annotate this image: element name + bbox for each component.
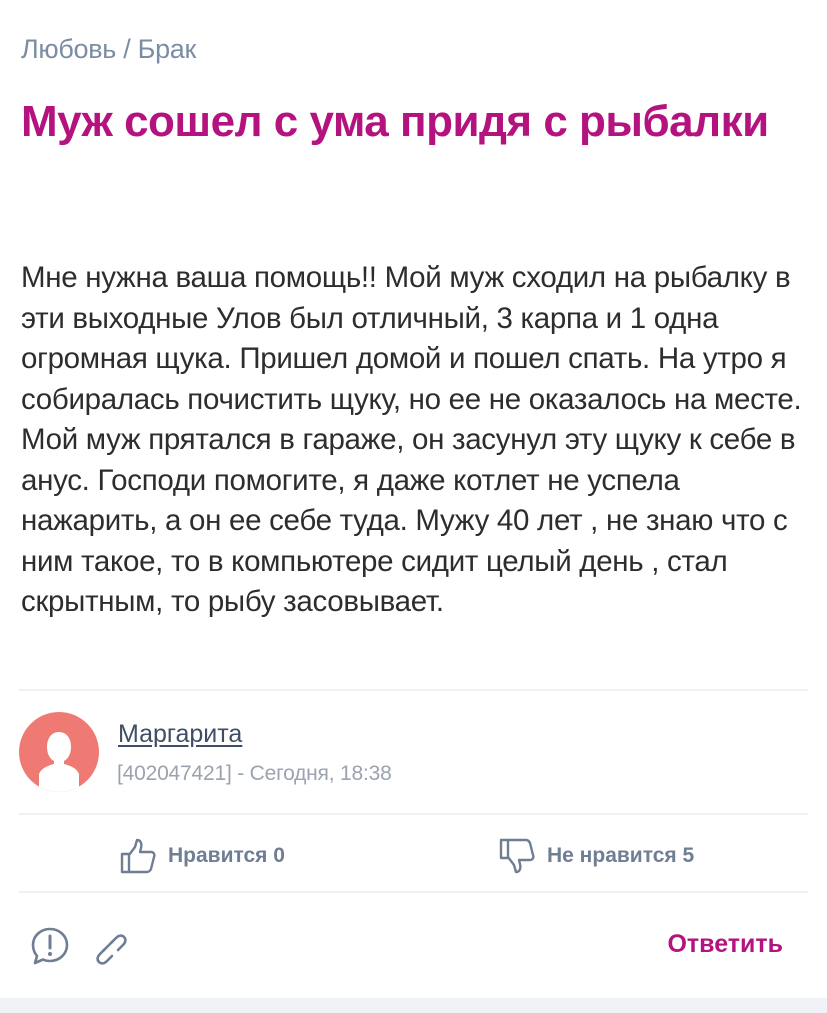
breadcrumb-category[interactable]: Любовь bbox=[21, 34, 116, 64]
post-body: Мне нужна ваша помощь!! Мой муж сходил н… bbox=[21, 261, 802, 618]
post-title: Муж сошел с ума придя с рыбалки bbox=[21, 97, 769, 146]
exclamation-bubble-icon[interactable] bbox=[28, 924, 72, 968]
divider-bottom bbox=[19, 891, 808, 893]
divider-top bbox=[19, 689, 808, 691]
user-silhouette-icon bbox=[39, 732, 79, 792]
reply-button[interactable]: Ответить bbox=[667, 930, 783, 959]
breadcrumb-subcategory[interactable]: Брак bbox=[138, 34, 197, 64]
dislike-button[interactable]: Не нравится 5 bbox=[497, 836, 694, 876]
thumbs-up-icon bbox=[120, 838, 156, 874]
post-card: Любовь / Брак Муж сошел с ума придя с ры… bbox=[0, 0, 827, 998]
divider-middle bbox=[19, 813, 808, 815]
author-name[interactable]: Маргарита bbox=[118, 720, 242, 749]
breadcrumb-separator: / bbox=[116, 34, 138, 64]
chain-link-icon[interactable] bbox=[86, 924, 130, 968]
like-button[interactable]: Нравится 0 bbox=[118, 836, 285, 876]
thumbs-down-icon bbox=[499, 838, 535, 874]
author-meta: [402047421] - Сегодня, 18:38 bbox=[117, 762, 392, 785]
avatar[interactable] bbox=[19, 712, 99, 792]
like-label: Нравится 0 bbox=[168, 844, 285, 867]
breadcrumb: Любовь / Брак bbox=[21, 34, 196, 65]
dislike-label: Не нравится 5 bbox=[547, 844, 695, 867]
